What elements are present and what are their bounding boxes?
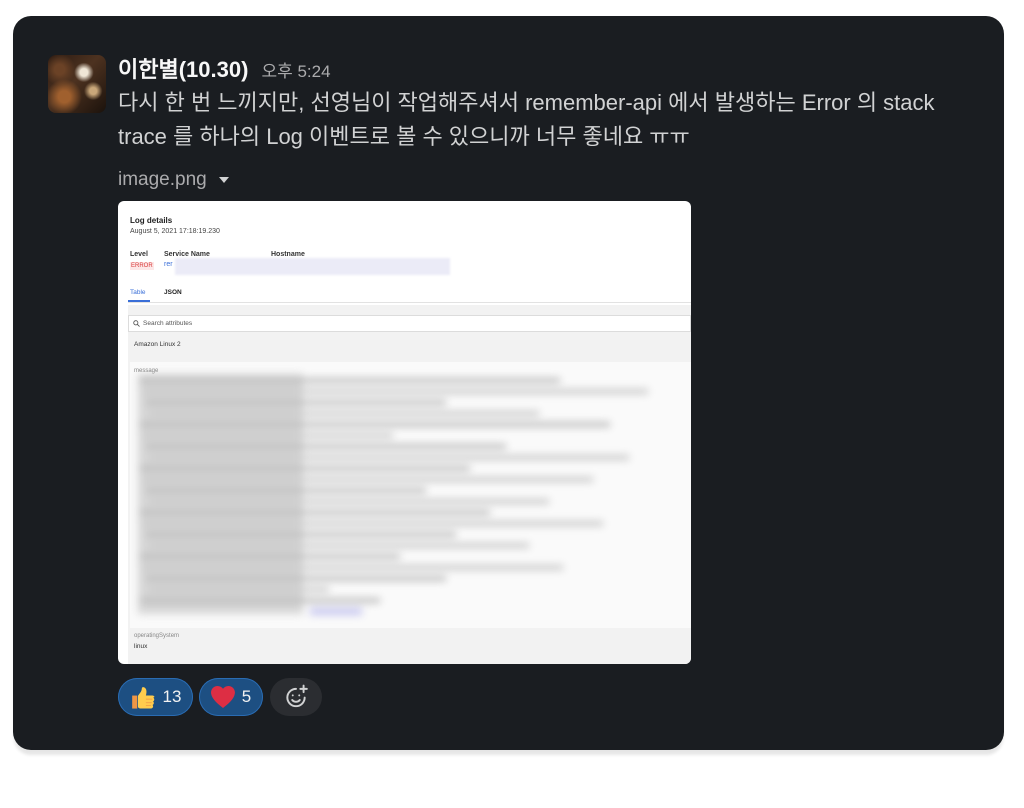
reaction-thumbs-up[interactable]: 13 <box>118 678 193 716</box>
reactions-bar: 13 5 <box>118 678 322 716</box>
redacted-hostname <box>175 258 450 275</box>
blurred-text-line <box>149 587 329 592</box>
reaction-count: 13 <box>162 687 182 706</box>
blurred-text-line <box>146 576 446 581</box>
blurred-text-line <box>140 378 560 383</box>
blurred-text-line <box>140 510 490 515</box>
blurred-text-line <box>140 598 380 603</box>
tab-table: Table <box>130 289 146 296</box>
blurred-text-line <box>149 411 539 416</box>
blurred-text-line <box>143 521 603 526</box>
attributes-panel: Search attributes Amazon Linux 2 message… <box>128 305 691 664</box>
field-label-level: Level <box>130 251 148 258</box>
log-datetime: August 5, 2021 17:18:19.230 <box>130 228 220 235</box>
blurred-text-line <box>143 389 648 394</box>
service-name-value: rer <box>164 261 173 268</box>
search-attributes-field: Search attributes <box>128 315 691 332</box>
caret-down-icon[interactable] <box>218 177 229 183</box>
blurred-text-line <box>146 532 456 537</box>
search-placeholder: Search attributes <box>143 320 193 327</box>
blurred-text-line <box>143 565 563 570</box>
attribute-key-operating-system: operatingSystem <box>134 633 180 639</box>
attachment-filename: image.png <box>118 169 207 190</box>
message-timestamp[interactable]: 오후 5:24 <box>261 57 330 87</box>
blurred-text-line <box>146 400 446 405</box>
blurred-text-line <box>149 499 549 504</box>
thumbs-up-icon <box>131 687 155 709</box>
blurred-text-line <box>140 554 400 559</box>
tab-divider <box>128 302 691 303</box>
reaction-count: 5 <box>241 687 252 706</box>
search-icon <box>133 320 140 327</box>
field-label-service-name: Service Name <box>164 251 210 258</box>
tab-json: JSON <box>164 289 182 296</box>
heart-icon <box>210 686 235 708</box>
blurred-text-line <box>149 543 529 548</box>
image-attachment[interactable]: Log details August 5, 2021 17:18:19.230 … <box>118 201 691 664</box>
message-header: 이한별(10.30) 오후 5:24 <box>118 55 331 85</box>
log-details-title: Log details <box>130 216 173 225</box>
attribute-value-os-name: Amazon Linux 2 <box>134 341 181 348</box>
blurred-text-line <box>149 455 629 460</box>
attachment-header: image.png <box>118 168 229 192</box>
blurred-text-line <box>146 488 426 493</box>
add-reaction-icon <box>286 684 308 708</box>
reaction-heart[interactable]: 5 <box>199 678 263 716</box>
blurred-text-line <box>140 422 610 427</box>
attribute-value-operating-system: linux <box>134 643 148 650</box>
level-badge: ERROR <box>130 262 154 270</box>
add-reaction-button[interactable] <box>270 678 322 716</box>
blurred-text-line <box>143 433 393 438</box>
blurred-text-line <box>140 466 470 471</box>
message-text: 다시 한 번 느끼지만, 선영님이 작업해주셔서 remember-api 에서… <box>118 90 935 149</box>
blurred-link <box>310 608 362 615</box>
blurred-text-line <box>143 477 593 482</box>
message-card: 이한별(10.30) 오후 5:24 다시 한 번 느끼지만, 선영님이 작업해… <box>13 16 1004 750</box>
avatar[interactable] <box>48 55 106 113</box>
blurred-text-line <box>146 444 506 449</box>
message-attribute: message <box>130 362 691 628</box>
field-label-hostname: Hostname <box>271 251 305 258</box>
message-blur <box>130 362 691 628</box>
attribute-key-message: message <box>134 368 159 374</box>
author-name[interactable]: 이한별(10.30) <box>118 55 248 85</box>
